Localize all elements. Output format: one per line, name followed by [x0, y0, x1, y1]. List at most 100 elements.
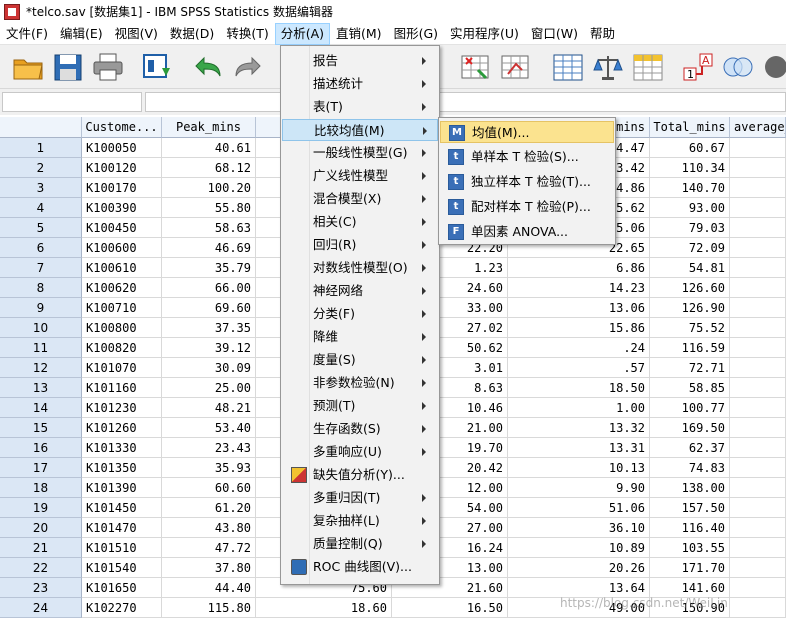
total-mins-cell[interactable]: 110.34 — [650, 158, 730, 178]
total-mins-cell[interactable]: 75.52 — [650, 318, 730, 338]
analyze-menu-item[interactable]: 复杂抽样(L) — [282, 510, 438, 532]
customer-id-cell[interactable]: K100600 — [82, 238, 162, 258]
total-mins-cell[interactable]: 116.59 — [650, 338, 730, 358]
peak-mins-cell[interactable]: 43.80 — [162, 518, 256, 538]
peak-mins-cell[interactable]: 30.09 — [162, 358, 256, 378]
average-cell[interactable] — [730, 158, 786, 178]
data-cell[interactable]: 15.86 — [508, 318, 650, 338]
total-mins-cell[interactable]: 169.50 — [650, 418, 730, 438]
row-number[interactable]: 7 — [0, 258, 82, 278]
average-cell[interactable] — [730, 278, 786, 298]
analyze-menu-item[interactable]: 比较均值(M) — [282, 119, 438, 141]
total-mins-cell[interactable]: 79.03 — [650, 218, 730, 238]
menu-help[interactable]: 帮助 — [584, 23, 621, 45]
peak-mins-cell[interactable]: 44.40 — [162, 578, 256, 598]
customer-id-cell[interactable]: K102270 — [82, 598, 162, 618]
analyze-menu-item[interactable]: 表(T) — [282, 96, 438, 118]
compare-means-item[interactable]: F 单因素 ANOVA... — [440, 221, 614, 243]
analyze-menu-item[interactable]: 多重归因(T) — [282, 487, 438, 509]
value-labels-icon[interactable] — [592, 52, 624, 82]
menu-transform[interactable]: 转换(T) — [220, 23, 274, 45]
analyze-menu-item[interactable]: 缺失值分析(Y)... — [282, 464, 438, 486]
dialog-recall-icon[interactable] — [142, 52, 174, 82]
total-mins-cell[interactable]: 140.70 — [650, 178, 730, 198]
customer-id-cell[interactable]: K101260 — [82, 418, 162, 438]
peak-mins-cell[interactable]: 37.80 — [162, 558, 256, 578]
data-cell[interactable]: 9.90 — [508, 478, 650, 498]
row-number[interactable]: 21 — [0, 538, 82, 558]
data-cell[interactable]: 6.86 — [508, 258, 650, 278]
average-cell[interactable] — [730, 378, 786, 398]
analyze-menu-item[interactable]: 相关(C) — [282, 211, 438, 233]
column-header[interactable]: Custome... — [82, 117, 162, 138]
total-mins-cell[interactable]: 157.50 — [650, 498, 730, 518]
customer-id-cell[interactable]: K100620 — [82, 278, 162, 298]
average-cell[interactable] — [730, 438, 786, 458]
data-cell[interactable]: 20.26 — [508, 558, 650, 578]
data-cell[interactable]: 13.64 — [508, 578, 650, 598]
customer-id-cell[interactable]: K101160 — [82, 378, 162, 398]
data-cell[interactable]: 51.06 — [508, 498, 650, 518]
customer-id-cell[interactable]: K101650 — [82, 578, 162, 598]
cell-reference-field[interactable] — [2, 92, 142, 112]
data-cell[interactable]: 1.00 — [508, 398, 650, 418]
average-cell[interactable] — [730, 598, 786, 618]
compare-means-item[interactable]: M 均值(M)... — [440, 121, 614, 143]
average-cell[interactable] — [730, 178, 786, 198]
row-number[interactable]: 19 — [0, 498, 82, 518]
analyze-menu-item[interactable]: 广义线性模型 — [282, 165, 438, 187]
average-cell[interactable] — [730, 198, 786, 218]
peak-mins-cell[interactable]: 40.61 — [162, 138, 256, 158]
peak-mins-cell[interactable]: 37.35 — [162, 318, 256, 338]
row-number[interactable]: 23 — [0, 578, 82, 598]
analyze-menu-item[interactable]: 降维 — [282, 326, 438, 348]
total-mins-cell[interactable]: 171.70 — [650, 558, 730, 578]
row-number[interactable]: 2 — [0, 158, 82, 178]
customer-id-cell[interactable]: K100390 — [82, 198, 162, 218]
total-mins-cell[interactable]: 62.37 — [650, 438, 730, 458]
average-cell[interactable] — [730, 258, 786, 278]
analyze-menu-item[interactable]: 质量控制(Q) — [282, 533, 438, 555]
analyze-menu-item[interactable]: 多重响应(U) — [282, 441, 438, 463]
row-number[interactable]: 13 — [0, 378, 82, 398]
row-number[interactable]: 17 — [0, 458, 82, 478]
average-cell[interactable] — [730, 398, 786, 418]
data-cell[interactable]: 13.31 — [508, 438, 650, 458]
average-cell[interactable] — [730, 558, 786, 578]
weight-cases-icon[interactable] — [500, 52, 532, 82]
data-cell[interactable]: 10.89 — [508, 538, 650, 558]
average-cell[interactable] — [730, 138, 786, 158]
row-number[interactable]: 12 — [0, 358, 82, 378]
average-cell[interactable] — [730, 458, 786, 478]
row-number[interactable]: 4 — [0, 198, 82, 218]
peak-mins-cell[interactable]: 53.40 — [162, 418, 256, 438]
column-header[interactable]: average_ — [730, 117, 786, 138]
menu-window[interactable]: 窗口(W) — [525, 23, 584, 45]
total-mins-cell[interactable]: 93.00 — [650, 198, 730, 218]
customer-id-cell[interactable]: K100710 — [82, 298, 162, 318]
customer-id-cell[interactable]: K101470 — [82, 518, 162, 538]
data-cell[interactable]: .24 — [508, 338, 650, 358]
cell-value-field[interactable] — [145, 92, 786, 112]
compare-means-item[interactable]: t 单样本 T 检验(S)... — [440, 146, 614, 168]
customer-id-cell[interactable]: K100050 — [82, 138, 162, 158]
row-number[interactable]: 22 — [0, 558, 82, 578]
row-number[interactable]: 6 — [0, 238, 82, 258]
total-mins-cell[interactable]: 72.09 — [650, 238, 730, 258]
total-mins-cell[interactable]: 60.67 — [650, 138, 730, 158]
total-mins-cell[interactable]: 103.55 — [650, 538, 730, 558]
data-cell[interactable]: 14.23 — [508, 278, 650, 298]
row-number[interactable]: 14 — [0, 398, 82, 418]
data-cell[interactable]: 13.06 — [508, 298, 650, 318]
analyze-menu-item[interactable]: 度量(S) — [282, 349, 438, 371]
peak-mins-cell[interactable]: 35.79 — [162, 258, 256, 278]
customer-id-cell[interactable]: K101510 — [82, 538, 162, 558]
row-number[interactable]: 1 — [0, 138, 82, 158]
select-cases-icon[interactable] — [552, 52, 584, 82]
data-cell[interactable]: 18.60 — [256, 598, 392, 618]
peak-mins-cell[interactable]: 66.00 — [162, 278, 256, 298]
data-cell[interactable]: 18.50 — [508, 378, 650, 398]
customer-id-cell[interactable]: K101230 — [82, 398, 162, 418]
analyze-menu-item[interactable]: 非参数检验(N) — [282, 372, 438, 394]
row-number[interactable]: 5 — [0, 218, 82, 238]
